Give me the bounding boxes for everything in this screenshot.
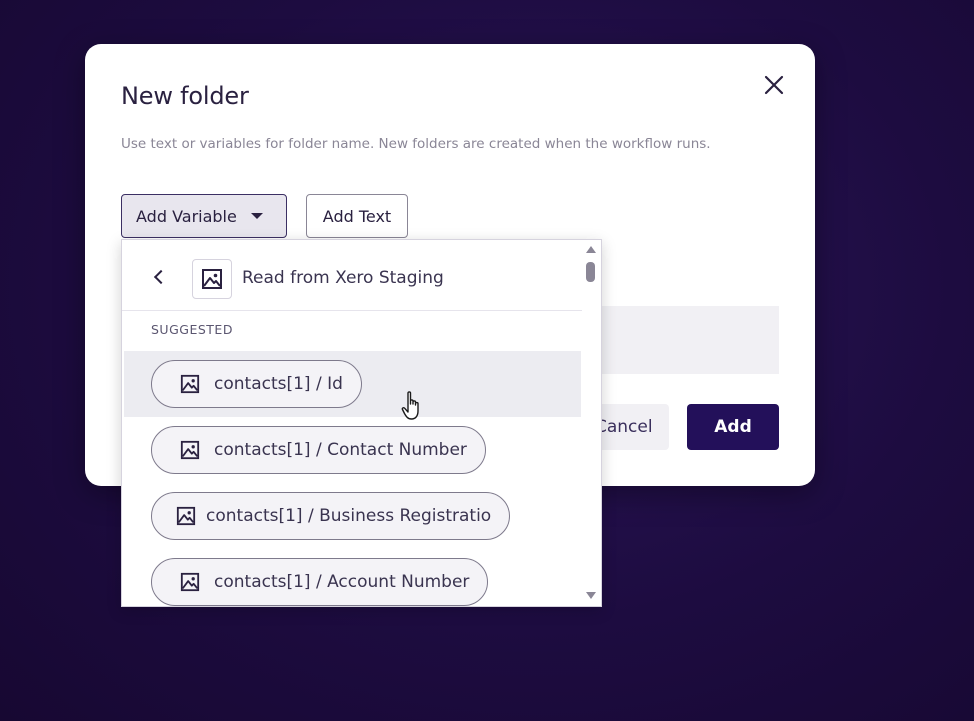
source-icon-box — [192, 259, 232, 299]
folder-name-input[interactable] — [590, 306, 779, 374]
list-item[interactable]: contacts[1] / Business Registratio — [124, 483, 581, 549]
add-variable-label: Add Variable — [136, 206, 237, 226]
dropdown-header: Read from Xero Staging — [122, 240, 582, 311]
scroll-down-icon[interactable] — [586, 592, 596, 599]
dropdown-scrollbar[interactable] — [584, 244, 598, 602]
variable-dropdown: Read from Xero Staging SUGGESTED contact… — [121, 239, 602, 607]
scroll-up-icon[interactable] — [586, 246, 596, 253]
list-item[interactable]: contacts[1] / Contact Number — [124, 417, 581, 483]
close-icon[interactable] — [761, 72, 787, 98]
list-item[interactable]: contacts[1] / Id — [124, 351, 581, 417]
add-label: Add — [714, 417, 752, 437]
variable-label: contacts[1] / Account Number — [214, 572, 470, 592]
add-variable-button[interactable]: Add Variable — [121, 194, 287, 238]
list-item[interactable]: contacts[1] / Account Number — [124, 549, 581, 606]
add-text-button[interactable]: Add Text — [306, 194, 408, 238]
variable-label: contacts[1] / Contact Number — [214, 440, 467, 460]
hand-cursor-icon — [401, 391, 419, 420]
dialog-title: New folder — [121, 82, 249, 110]
scroll-thumb[interactable] — [586, 262, 595, 282]
variable-chip[interactable]: contacts[1] / Account Number — [151, 558, 489, 606]
dialog-description: Use text or variables for folder name. N… — [121, 136, 711, 152]
section-label-suggested: SUGGESTED — [151, 322, 233, 337]
image-icon — [180, 572, 200, 592]
chevron-left-icon[interactable] — [153, 269, 169, 285]
image-icon — [176, 506, 196, 526]
cancel-label: Cancel — [595, 417, 653, 437]
source-name: Read from Xero Staging — [242, 268, 444, 288]
add-button[interactable]: Add — [687, 404, 779, 450]
variable-chip[interactable]: contacts[1] / Business Registratio — [151, 492, 511, 540]
caret-down-icon — [250, 213, 263, 219]
variable-chip[interactable]: contacts[1] / Contact Number — [151, 426, 486, 474]
image-icon — [180, 440, 200, 460]
variable-label: contacts[1] / Business Registratio — [206, 506, 492, 526]
variable-label: contacts[1] / Id — [214, 374, 343, 394]
image-icon — [202, 269, 222, 289]
add-text-label: Add Text — [322, 206, 392, 226]
image-icon — [180, 374, 200, 394]
variable-chip[interactable]: contacts[1] / Id — [151, 360, 362, 408]
